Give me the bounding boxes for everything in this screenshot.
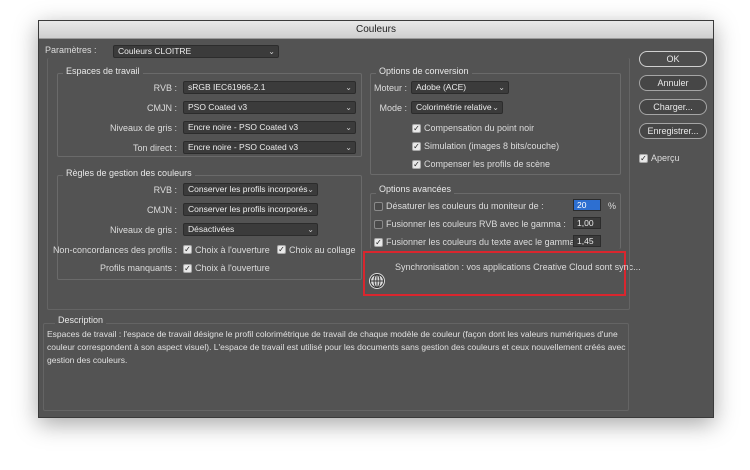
load-button[interactable]: Charger... [639,99,707,115]
settings-label: Paramètres : [45,45,97,55]
ok-button[interactable]: OK [639,51,707,67]
checkmark-icon: ✓ [640,154,647,163]
settings-select-value: Couleurs CLOITRE [118,46,192,56]
description-text: Espaces de travail : l'espace de travail… [47,329,626,365]
description-title: Description [55,315,107,325]
preview-checkbox[interactable]: ✓ [639,154,648,163]
settings-group [47,58,630,310]
settings-select[interactable]: Couleurs CLOITRE ⌄ [113,45,279,58]
color-settings-dialog: Couleurs Paramètres : Couleurs CLOITRE ⌄… [38,20,714,418]
cancel-button[interactable]: Annuler [639,75,707,91]
preview-label: Aperçu [651,153,680,163]
save-button[interactable]: Enregistrer... [639,123,707,139]
chevron-updown-icon: ⌄ [268,47,275,56]
dialog-title: Couleurs [39,21,713,39]
